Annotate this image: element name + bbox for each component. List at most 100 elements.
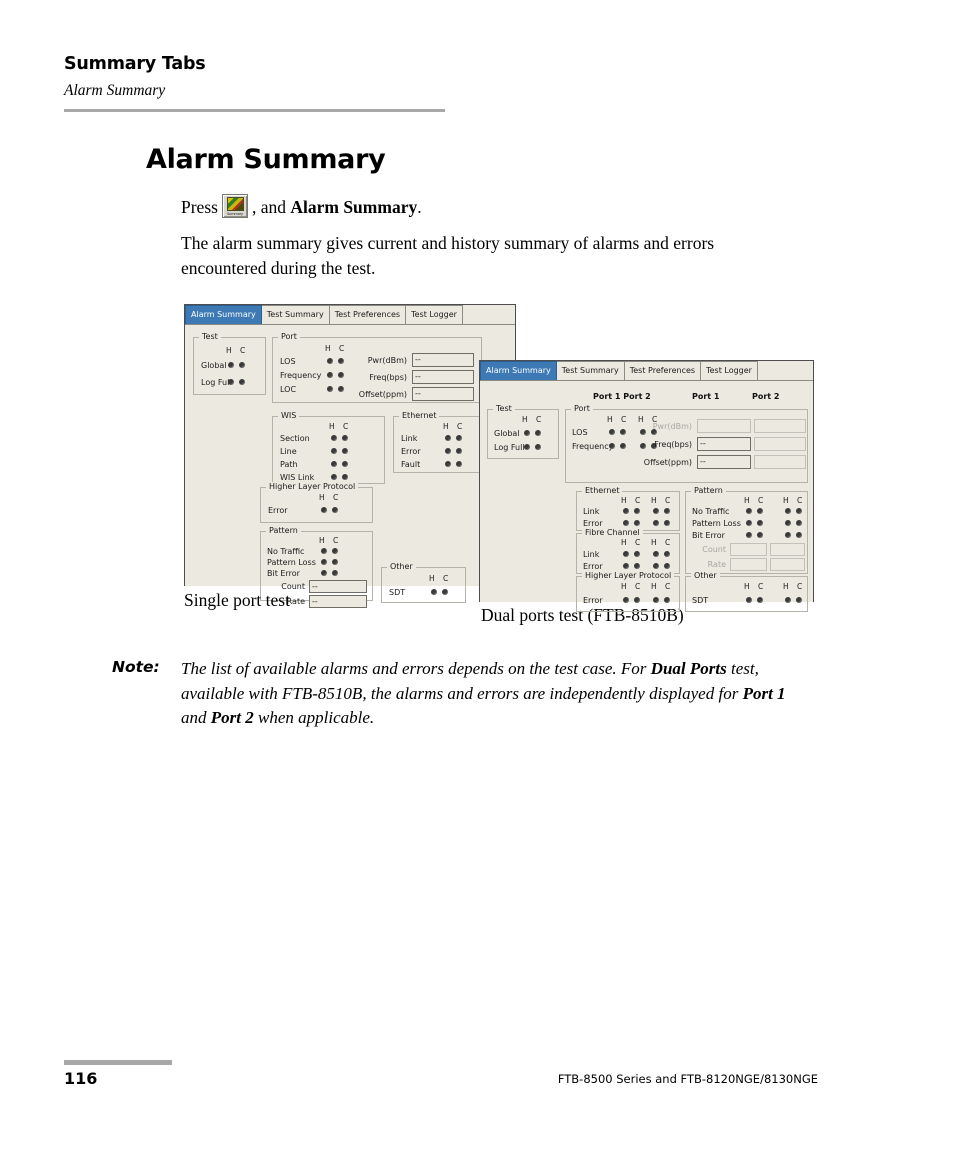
single-tab-test-summary[interactable]: Test Summary xyxy=(261,305,330,324)
note-text-3: and xyxy=(181,708,211,727)
single-pattern-hc-header: H C xyxy=(319,536,342,545)
dual-test-leds-global xyxy=(524,430,541,436)
dual-pattern-field-value-rate-p1[interactable] xyxy=(730,558,767,571)
single-port-field-value-freq[interactable]: -- xyxy=(412,370,474,384)
led-current xyxy=(664,508,670,514)
single-pattern-field-value-count[interactable]: -- xyxy=(309,580,367,593)
single-group-test: Test H C Global Log Full xyxy=(193,332,266,395)
single-panel-body: Test H C Global Log Full Port H C LOS Fr… xyxy=(185,325,515,608)
led-current xyxy=(757,532,763,538)
dual-test-leds-log-full xyxy=(524,444,541,450)
dual-group-pattern: Pattern H C H C No Traffic Pattern Loss … xyxy=(685,486,808,574)
single-port-field-label-offset: Offset(ppm) xyxy=(358,390,407,399)
dual-port-field-label-pwr: Pwr(dBm) xyxy=(652,422,692,431)
dual-pattern-leds-no-traffic-p2 xyxy=(785,508,802,514)
dual-fibre-leds-error-p1 xyxy=(623,563,640,569)
dual-pattern-row-label-no-traffic: No Traffic xyxy=(692,507,730,516)
single-pattern-leds-bit-error xyxy=(321,570,338,576)
dual-ethernet-row-label-error: Error xyxy=(583,519,603,528)
single-tab-test-preferences[interactable]: Test Preferences xyxy=(329,305,407,324)
led-current xyxy=(634,508,640,514)
single-group-port-legend: Port xyxy=(278,332,300,341)
single-group-ethernet: Ethernet H C Link Error Fault xyxy=(393,411,482,473)
single-port-field-value-pwr[interactable]: -- xyxy=(412,353,474,367)
led-history xyxy=(653,563,659,569)
led-current xyxy=(342,435,348,441)
page-title: Alarm Summary xyxy=(146,144,386,175)
single-pattern-field-value-rate[interactable]: -- xyxy=(309,595,367,608)
led-current xyxy=(796,508,802,514)
led-current xyxy=(342,474,348,480)
dual-tab-test-preferences[interactable]: Test Preferences xyxy=(624,361,702,380)
dual-port-leds-frequency-p1 xyxy=(609,443,626,449)
led-history xyxy=(609,429,615,435)
dual-group-test-legend: Test xyxy=(493,404,515,413)
dual-pattern-leds-no-traffic-p1 xyxy=(746,508,763,514)
led-history xyxy=(746,597,752,603)
dual-port-field-value-offset-p1[interactable]: -- xyxy=(697,455,751,469)
dual-port-field-value-pwr-p2[interactable] xyxy=(754,419,806,433)
led-current xyxy=(332,559,338,565)
dual-pattern-field-value-rate-p2[interactable] xyxy=(770,558,805,571)
single-port-field-value-offset[interactable]: -- xyxy=(412,387,474,401)
note-text-1: The list of available alarms and errors … xyxy=(181,659,651,678)
dual-pattern-hc-header-p2: H C xyxy=(783,496,806,505)
dual-port-field-value-freq-p2[interactable] xyxy=(754,437,806,451)
single-wis-row-label-path: Path xyxy=(280,460,298,469)
dual-port-field-label-freq: Freq(bps) xyxy=(654,440,692,449)
dual-other-leds-sdt-p2 xyxy=(785,597,802,603)
dual-fibre-row-label-error: Error xyxy=(583,562,603,571)
note-bold-port2: Port 2 xyxy=(210,708,254,727)
dual-port-field-value-offset-p2[interactable] xyxy=(754,455,806,469)
led-history xyxy=(228,362,234,368)
dual-ethernet-leds-error-p1 xyxy=(623,520,640,526)
dual-pattern-leds-pattern-loss-p1 xyxy=(746,520,763,526)
single-group-higher-layer-protocol: Higher Layer Protocol H C Error xyxy=(260,482,373,523)
single-pattern-row-label-pattern-loss: Pattern Loss xyxy=(267,558,316,567)
dual-pattern-field-label-count: Count xyxy=(702,545,726,554)
dual-other-leds-sdt-p1 xyxy=(746,597,763,603)
led-history xyxy=(653,551,659,557)
dual-pattern-field-label-rate: Rate xyxy=(707,560,726,569)
dual-fibre-leds-link-p2 xyxy=(653,551,670,557)
led-history xyxy=(445,461,451,467)
led-current xyxy=(620,429,626,435)
footer-product-line: FTB-8500 Series and FTB-8120NGE/8130NGE xyxy=(557,1072,818,1086)
single-test-row-label-log-full: Log Full xyxy=(201,378,232,387)
single-tab-alarm-summary[interactable]: Alarm Summary xyxy=(185,305,262,324)
note-text: The list of available alarms and errors … xyxy=(181,657,811,731)
single-port-leds-los xyxy=(327,358,344,364)
led-current xyxy=(634,551,640,557)
single-ethernet-leds-error xyxy=(445,448,462,454)
single-hlp-hc-header: H C xyxy=(319,493,342,502)
dual-port-field-label-offset: Offset(ppm) xyxy=(643,458,692,467)
page-number: 116 xyxy=(64,1069,98,1088)
single-wis-leds-section xyxy=(331,435,348,441)
single-port-hc-header: H C xyxy=(325,344,348,353)
led-history xyxy=(623,508,629,514)
dual-port-field-value-pwr-p1[interactable] xyxy=(697,419,751,433)
single-tab-test-logger[interactable]: Test Logger xyxy=(406,305,463,324)
led-current xyxy=(332,507,338,513)
dual-tab-test-summary[interactable]: Test Summary xyxy=(556,361,625,380)
screenshot-dual-port: Alarm Summary Test Summary Test Preferen… xyxy=(479,360,814,612)
single-other-leds-sdt xyxy=(431,589,448,595)
dual-group-hlp-legend: Higher Layer Protocol xyxy=(582,571,675,580)
single-test-row-label-global: Global xyxy=(201,361,227,370)
dual-tab-test-logger[interactable]: Test Logger xyxy=(701,361,758,380)
dual-port-field-value-freq-p1[interactable]: -- xyxy=(697,437,751,451)
led-history xyxy=(653,597,659,603)
single-group-test-legend: Test xyxy=(199,332,221,341)
dual-pattern-field-value-count-p1[interactable] xyxy=(730,543,767,556)
single-hlp-leds-error xyxy=(321,507,338,513)
single-ethernet-row-label-fault: Fault xyxy=(401,460,421,469)
dual-pattern-field-value-count-p2[interactable] xyxy=(770,543,805,556)
dual-panel-body: Port 1 Port 2 Port 1 Port 2 Test H C Glo… xyxy=(480,381,813,612)
dual-fibre-leds-error-p2 xyxy=(653,563,670,569)
led-history xyxy=(524,444,530,450)
single-other-hc-header: H C xyxy=(429,574,452,583)
single-wis-row-label-section: Section xyxy=(280,434,310,443)
press-bold-text: Alarm Summary xyxy=(290,197,418,217)
dual-tab-alarm-summary[interactable]: Alarm Summary xyxy=(480,361,557,380)
led-current xyxy=(796,532,802,538)
